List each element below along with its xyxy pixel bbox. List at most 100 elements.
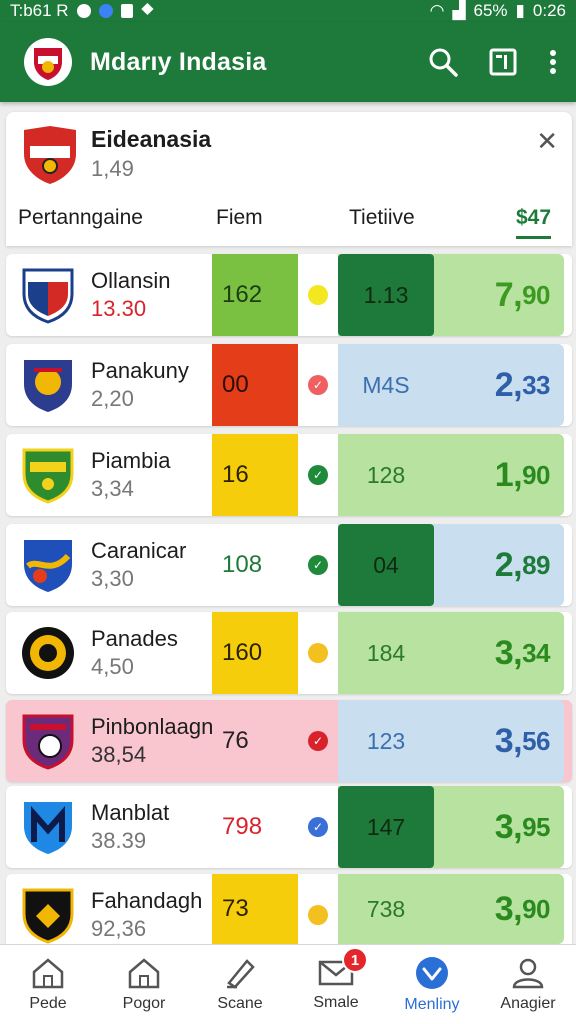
scan-icon xyxy=(227,958,255,989)
team-name: Manblat xyxy=(91,800,170,825)
list-item[interactable]: Caranicar 3,30 108 ✓ 04 2, 89 xyxy=(6,524,572,606)
wifi-icon: ◠ xyxy=(429,1,445,20)
list-item[interactable]: Manblat 38.39 798 ✓ 147 3, 95 xyxy=(6,786,572,868)
search-icon[interactable] xyxy=(428,47,458,77)
team-badge-icon xyxy=(22,627,74,679)
bottom-nav: Pede Pogor Scane 1 Smale Menliny Anagier xyxy=(0,944,576,1024)
stat-col-2: M4S xyxy=(362,371,410,398)
status-dot-icon xyxy=(308,285,328,305)
status-left-text: T:b61 R xyxy=(10,1,69,20)
status-dot-icon xyxy=(308,905,328,925)
nav-label: Pogor xyxy=(122,994,166,1012)
tab-2[interactable]: Tietiive xyxy=(349,206,415,230)
team-name: Fahandagh xyxy=(91,888,203,913)
status-bar: T:b61 R ⯁ ◠ ▟ 65% ▮ 0:26 xyxy=(0,0,576,22)
stat-col-2: 184 xyxy=(366,639,406,666)
home-icon xyxy=(32,957,64,988)
team-name: Caranicar xyxy=(91,538,187,563)
nav-label: Menliny xyxy=(404,995,460,1013)
list-item[interactable]: Panades 4,50 160 184 3, 34 xyxy=(6,612,572,694)
team-badge-icon xyxy=(22,714,74,770)
team-name: Eideanasia xyxy=(91,126,212,152)
team-name: Panades xyxy=(91,626,178,651)
list-item[interactable]: Panakuny 2,20 00 ✓ M4S 2, 33 xyxy=(6,344,572,426)
tab-1[interactable]: Fiem xyxy=(216,206,263,230)
layout-icon[interactable] xyxy=(488,47,518,77)
team-value: 38.39 xyxy=(91,828,147,853)
notification-badge: 1 xyxy=(342,947,368,973)
team-value: 92,36 xyxy=(91,916,147,941)
nav-item-anagier[interactable]: Anagier xyxy=(480,945,576,1024)
club-logo[interactable] xyxy=(24,38,72,86)
list-item[interactable]: Ollansin 13.30 162 1.13 7, 90 xyxy=(6,254,572,336)
stat-col-2: 128 xyxy=(366,461,406,488)
stat-col-1: 108 xyxy=(222,551,263,578)
battery-icon: ▮ xyxy=(515,1,525,20)
cell-signal-icon: ▟ xyxy=(452,1,466,20)
team-value: 13.30 xyxy=(91,296,147,321)
nav-label: Pede xyxy=(29,994,67,1012)
app-title: Mdarıy Indasia xyxy=(90,47,267,76)
nav-item-smale[interactable]: 1 Smale xyxy=(288,945,384,1024)
stat-col-3: 2, 33 xyxy=(494,365,551,404)
tab-3-active[interactable]: $47 xyxy=(516,206,552,239)
team-value: 4,50 xyxy=(91,654,134,679)
nav-item-pede[interactable]: Pede xyxy=(0,945,96,1024)
stat-col-3: 1, 90 xyxy=(494,455,551,494)
status-dot-icon: ✓ xyxy=(308,375,328,395)
check-icon: ✓ xyxy=(308,817,328,837)
team-badge-icon xyxy=(24,802,72,854)
stat-col-3: 7, 90 xyxy=(494,275,551,314)
stat-col-1: 76 xyxy=(212,700,298,782)
team-value: 2,20 xyxy=(91,386,134,411)
list-item[interactable]: Pinbonlaagn 38,54 76 ✓ 123 3, 56 xyxy=(6,700,572,782)
heart-icon xyxy=(416,956,448,989)
file-icon xyxy=(120,4,133,18)
stat-col-2: 147 xyxy=(338,786,434,868)
club-crest-icon xyxy=(34,48,62,80)
check-icon: ✓ xyxy=(308,731,328,751)
stat-col-2: 123 xyxy=(366,727,406,754)
list-item[interactable]: Fahandagh 92,36 73 738 3, 90 xyxy=(6,874,572,944)
team-badge-icon xyxy=(22,448,74,504)
tab-0[interactable]: Pertanngaine xyxy=(18,206,143,230)
stat-col-3: 2, 89 xyxy=(494,545,551,584)
close-icon[interactable]: ✕ xyxy=(536,126,558,157)
app-bar: Mdarıy Indasia xyxy=(0,22,576,102)
status-dot-icon xyxy=(308,643,328,663)
more-vert-icon[interactable] xyxy=(548,47,558,77)
stat-col-2: 1.13 xyxy=(338,254,434,336)
stat-col-2: 738 xyxy=(366,895,406,922)
team-shield-icon xyxy=(24,126,76,184)
team-badge-icon xyxy=(24,540,72,592)
list-item[interactable]: Piambia 3,34 16 ✓ 128 1, 90 xyxy=(6,434,572,516)
team-value: 3,34 xyxy=(91,476,134,501)
stat-col-3: 3, 95 xyxy=(494,807,551,846)
tab-bar: Pertanngaine Fiem Tietiive $47 xyxy=(6,202,572,246)
stat-col-3: 3, 56 xyxy=(494,721,551,760)
team-value: 38,54 xyxy=(91,742,147,767)
team-header-card: Eideanasia 1,49 ✕ Pertanngaine Fiem Tiet… xyxy=(6,112,572,246)
stat-col-1: 00 xyxy=(212,344,298,426)
nav-item-scane[interactable]: Scane xyxy=(192,945,288,1024)
team-name: Ollansin xyxy=(91,268,171,293)
stat-col-1: 160 xyxy=(212,612,298,694)
stat-col-1: 16 xyxy=(212,434,298,516)
messenger-icon xyxy=(76,4,91,18)
check-icon: ✓ xyxy=(308,555,328,575)
check-icon: ✓ xyxy=(308,465,328,485)
nav-item-pogor[interactable]: Pogor xyxy=(96,945,192,1024)
team-value: 3,30 xyxy=(91,566,134,591)
team-name: Panakuny xyxy=(91,358,189,383)
stat-col-3: 3, 90 xyxy=(494,889,551,928)
nav-label: Scane xyxy=(217,994,263,1012)
team-badge-icon xyxy=(22,268,74,324)
team-badge-icon xyxy=(22,888,74,944)
nav-item-menliny[interactable]: Menliny xyxy=(384,945,480,1024)
team-badge-icon xyxy=(24,360,72,412)
stat-col-2: 04 xyxy=(338,524,434,606)
signal-arrows-icon: ⯁ xyxy=(140,1,155,20)
stat-col-1: 798 xyxy=(222,813,263,840)
stat-col-1: 73 xyxy=(212,874,298,944)
clock: 0:26 xyxy=(532,1,566,20)
